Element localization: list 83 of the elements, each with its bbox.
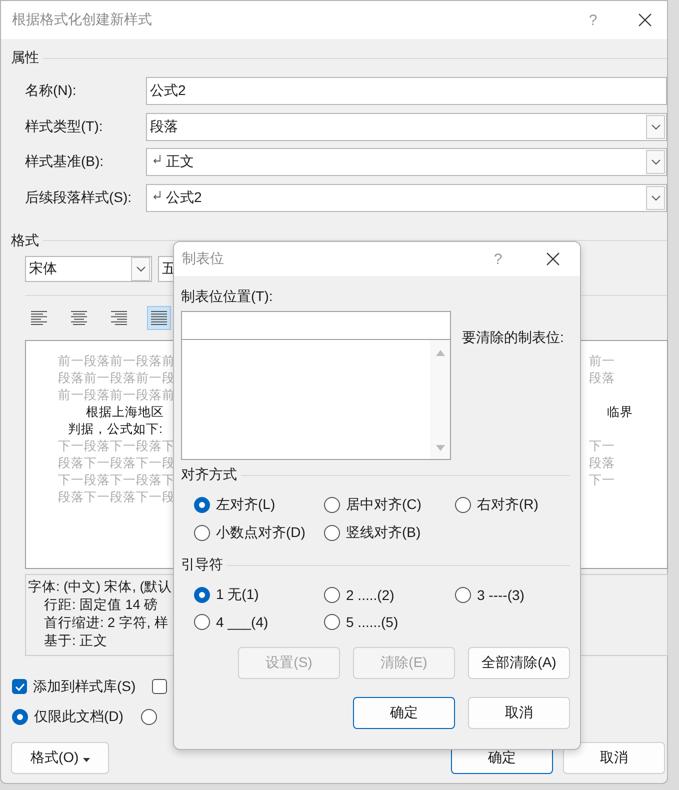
description-text: 字体: (中文) 宋体, (默认 bbox=[28, 578, 172, 596]
radio-button[interactable] bbox=[324, 497, 340, 513]
preview-text: 临界 bbox=[606, 404, 634, 420]
preview-text: 前一段落前一段落前 bbox=[58, 352, 175, 370]
radio-button[interactable] bbox=[324, 525, 340, 541]
window-title: 根据格式化创建新样式 bbox=[12, 11, 153, 29]
section-heading: 格式 bbox=[11, 232, 39, 250]
action-button[interactable]: 全部清除(A) bbox=[468, 647, 570, 679]
field-label: 名称(N): bbox=[25, 82, 78, 100]
paragraph-mark-icon bbox=[153, 155, 161, 164]
radio-label: 左对齐(L) bbox=[216, 496, 276, 514]
description-text: 首行缩进: 2 字符, 样 bbox=[43, 614, 168, 632]
radio-label: 2 .....(2) bbox=[346, 587, 394, 603]
caret-icon bbox=[82, 758, 90, 762]
radio-button[interactable] bbox=[194, 587, 210, 603]
preview-text: 前一 bbox=[589, 352, 616, 370]
dropdown[interactable]: 段落 bbox=[146, 112, 667, 140]
field-label: 后续段落样式(S): bbox=[25, 188, 133, 206]
chevron-down-icon bbox=[650, 194, 660, 200]
field-label: 样式类型(T): bbox=[25, 118, 104, 136]
checkbox-label: 添加到样式库(S) bbox=[33, 678, 136, 696]
dropdown[interactable]: 公式2 bbox=[146, 184, 667, 212]
section-heading: 引导符 bbox=[181, 556, 223, 574]
font-dropdown[interactable]: 宋体 bbox=[25, 256, 152, 282]
preview-text: 段落下一段落下一段 bbox=[58, 488, 175, 506]
description-text: 基于: 正文 bbox=[43, 632, 108, 650]
tab-position-field[interactable] bbox=[181, 311, 451, 340]
clear-tabs-label: 要清除的制表位: bbox=[462, 329, 564, 347]
format-button[interactable]: 格式(O) bbox=[11, 742, 109, 774]
paragraph-mark-icon bbox=[153, 190, 161, 200]
close-icon[interactable] bbox=[637, 12, 653, 28]
radio-label: 5 ......(5) bbox=[346, 614, 398, 630]
radio-label: 3 ----(3) bbox=[477, 587, 524, 603]
preview-text: 段落 bbox=[589, 454, 616, 472]
section-heading: 属性 bbox=[11, 49, 39, 67]
preview-text: 段落下一段落下一段 bbox=[58, 454, 175, 472]
align-button[interactable] bbox=[147, 306, 171, 330]
section-heading: 对齐方式 bbox=[181, 466, 237, 484]
preview-text: 下一 bbox=[589, 472, 616, 488]
description-text: 行距: 固定值 14 磅 bbox=[43, 596, 158, 614]
chevron-down-icon bbox=[650, 159, 660, 165]
align-justify-icon bbox=[151, 310, 167, 326]
radio-label: 居中对齐(C) bbox=[346, 496, 422, 514]
preview-text: 段落 bbox=[589, 370, 616, 386]
field-label: 样式基准(B): bbox=[25, 153, 105, 171]
dropdown[interactable]: 正文 bbox=[146, 148, 667, 176]
dialog-title: 制表位 bbox=[182, 250, 225, 268]
radio-label: 4 ___(4) bbox=[216, 614, 268, 630]
align-left-icon bbox=[31, 310, 47, 326]
cancel-button[interactable]: 取消 bbox=[563, 742, 665, 774]
radio-button[interactable] bbox=[324, 587, 340, 603]
chevron-down-icon bbox=[650, 124, 660, 130]
cancel-button[interactable]: 取消 bbox=[468, 697, 570, 729]
preview-text: 下一段落下一段落下 bbox=[58, 438, 175, 454]
preview-text: 段落前一段落前一段 bbox=[58, 370, 175, 386]
radio-button[interactable] bbox=[141, 708, 158, 724]
field-label: 制表位位置(T): bbox=[181, 288, 274, 306]
radio-button[interactable] bbox=[194, 525, 210, 541]
radio-label: 小数点对齐(D) bbox=[216, 524, 306, 542]
preview-text: 下一段落下一段落下 bbox=[58, 472, 175, 488]
radio-button[interactable] bbox=[194, 497, 210, 513]
radio-button[interactable] bbox=[455, 587, 471, 603]
radio-button[interactable] bbox=[324, 614, 340, 630]
check-icon bbox=[14, 680, 26, 692]
ok-button[interactable]: 确定 bbox=[353, 697, 455, 729]
chevron-down-icon bbox=[136, 266, 146, 272]
close-icon[interactable] bbox=[546, 252, 560, 266]
preview-text: 前一段落前一段落前 bbox=[58, 386, 175, 404]
preview-text: 下一 bbox=[589, 438, 616, 454]
preview-text: 根据上海地区 bbox=[85, 404, 165, 420]
preview-text: 判据，公式如下: bbox=[67, 420, 164, 438]
checkbox[interactable] bbox=[12, 679, 27, 694]
radio-label: 右对齐(R) bbox=[477, 496, 538, 514]
align-center-icon bbox=[71, 310, 87, 326]
radio-button[interactable] bbox=[12, 708, 28, 724]
radio-button[interactable] bbox=[455, 497, 471, 513]
align-right-icon bbox=[111, 310, 127, 326]
radio-label: 仅限此文档(D) bbox=[34, 708, 124, 726]
radio-label: 1 无(1) bbox=[216, 586, 259, 604]
radio-button[interactable] bbox=[194, 614, 210, 630]
input-field[interactable]: 公式2 bbox=[146, 77, 667, 105]
radio-label: 竖线对齐(B) bbox=[346, 524, 421, 542]
checkbox[interactable] bbox=[152, 679, 167, 694]
